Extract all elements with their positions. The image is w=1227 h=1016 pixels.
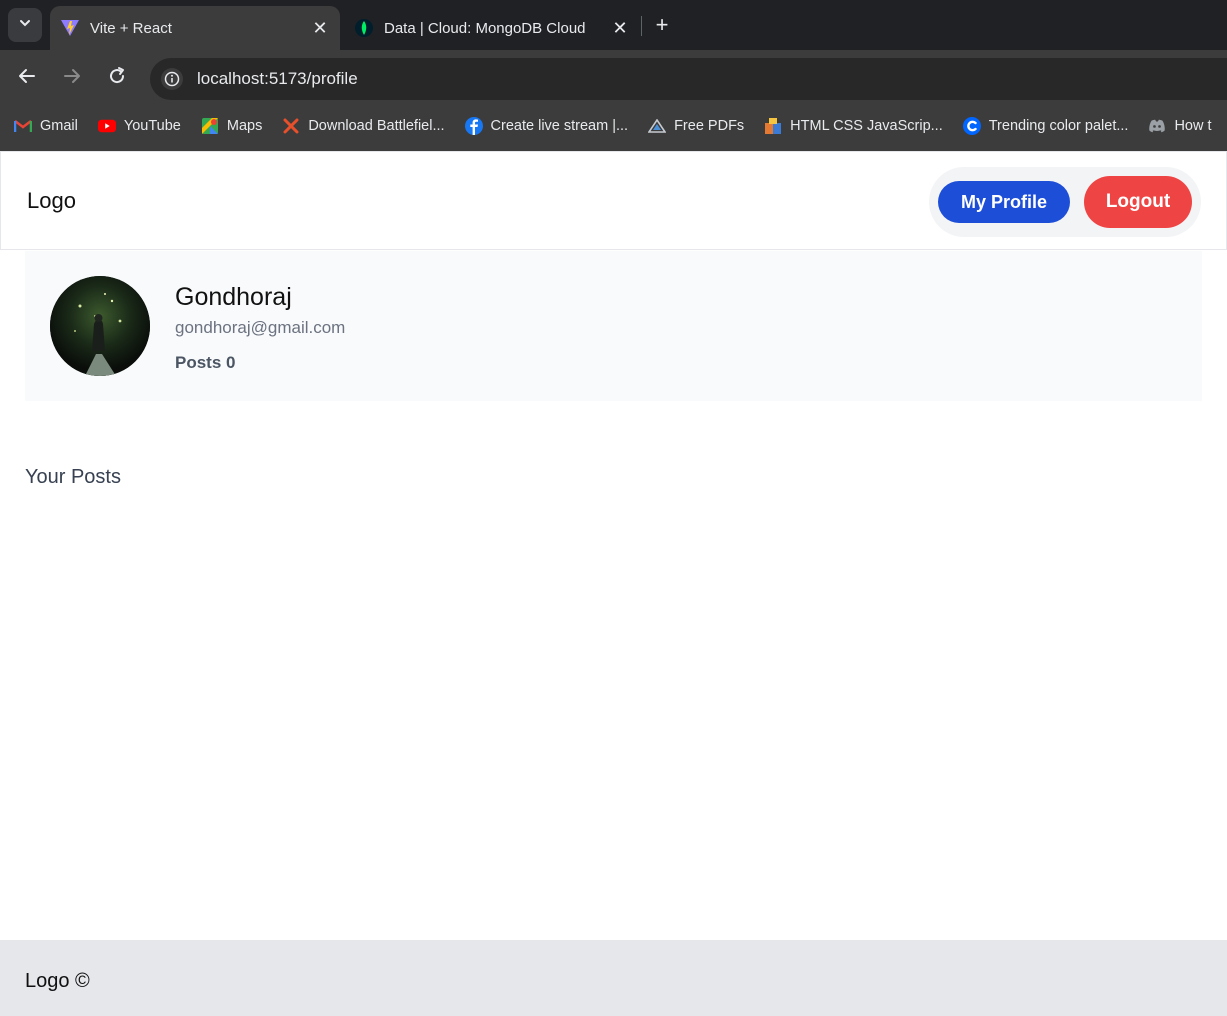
bookmark-label: Create live stream |... (490, 117, 629, 134)
gmail-icon (14, 117, 32, 135)
logout-button[interactable]: Logout (1084, 176, 1192, 228)
bookmark-battlefield[interactable]: Download Battlefiel... (282, 117, 445, 135)
facebook-icon (464, 116, 483, 135)
bookmark-label: HTML CSS JavaScrip... (790, 117, 943, 134)
app-logo[interactable]: Logo (27, 188, 76, 214)
arrow-right-icon (64, 69, 80, 83)
arrow-left-icon (19, 69, 35, 83)
address-bar[interactable]: localhost:5173/profile (150, 58, 1227, 100)
tab-separator (641, 16, 642, 36)
chevron-down-icon (18, 16, 32, 35)
close-icon[interactable]: ✕ (308, 16, 332, 40)
info-icon[interactable] (161, 68, 183, 90)
coolors-icon (962, 116, 981, 135)
my-profile-button[interactable]: My Profile (938, 181, 1070, 223)
header-nav: My Profile Logout (929, 167, 1201, 237)
bookmark-label: Trending color palet... (988, 117, 1129, 134)
vite-icon (60, 18, 80, 38)
avatar (50, 276, 150, 376)
bookmark-coolors[interactable]: Trending color palet... (962, 116, 1129, 135)
new-tab-button[interactable]: + (649, 12, 675, 38)
tab-mongodb-cloud[interactable]: Data | Cloud: MongoDB Cloud ✕ (344, 6, 640, 50)
browser-tab-bar: Vite + React ✕ Data | Cloud: MongoDB Clo… (0, 0, 1227, 50)
address-text: localhost:5173/profile (197, 69, 358, 88)
post-count: Posts 0 (175, 353, 236, 372)
bookmark-maps[interactable]: Maps (201, 117, 262, 135)
profile-card: Gondhoraj gondhoraj@gmail.com Posts 0 (25, 251, 1202, 401)
bookmark-label: YouTube (123, 117, 181, 134)
bookmark-label: Maps (226, 117, 263, 134)
tab-title: Vite + React (90, 19, 172, 37)
bookmark-label: How t (1174, 117, 1212, 134)
app-header: Logo My Profile Logout (0, 151, 1227, 250)
bookmark-facebook[interactable]: Create live stream |... (464, 116, 629, 135)
user-name: Gondhoraj (175, 283, 292, 311)
blocks-icon (764, 117, 782, 135)
reload-button[interactable] (104, 63, 130, 89)
reload-icon (110, 67, 125, 84)
footer-logo: Logo © (25, 970, 90, 992)
close-icon[interactable]: ✕ (608, 16, 632, 40)
discord-icon (1148, 117, 1166, 135)
tab-title: Data | Cloud: MongoDB Cloud (384, 19, 586, 37)
bookmark-html-css-js[interactable]: HTML CSS JavaScrip... (764, 117, 943, 135)
bookmark-label: Gmail (40, 117, 78, 134)
user-email: gondhoraj@gmail.com (175, 318, 346, 337)
maps-icon (201, 117, 219, 135)
app-footer: Logo © (0, 940, 1227, 1016)
bookmark-gmail[interactable]: Gmail (14, 117, 78, 135)
triangle-icon (648, 117, 667, 135)
your-posts-heading: Your Posts (25, 466, 121, 488)
back-button[interactable] (14, 63, 40, 89)
bookmarks-bar: Gmail YouTube Maps Download Battlefiel..… (0, 100, 1227, 151)
forward-button[interactable] (59, 63, 85, 89)
bookmark-youtube[interactable]: YouTube (97, 117, 181, 135)
bookmark-label: Free PDFs (674, 117, 745, 134)
youtube-icon (97, 117, 116, 135)
tab-search-button[interactable] (8, 8, 42, 42)
avatar-photo (50, 276, 150, 376)
bookmark-label: Download Battlefiel... (308, 117, 445, 134)
tab-vite-react[interactable]: Vite + React ✕ (50, 6, 340, 50)
bookmark-free-pdfs[interactable]: Free PDFs (648, 117, 744, 135)
x-icon (282, 117, 300, 135)
bookmark-how-to[interactable]: How t (1148, 117, 1212, 135)
mongodb-leaf-icon (354, 18, 374, 38)
